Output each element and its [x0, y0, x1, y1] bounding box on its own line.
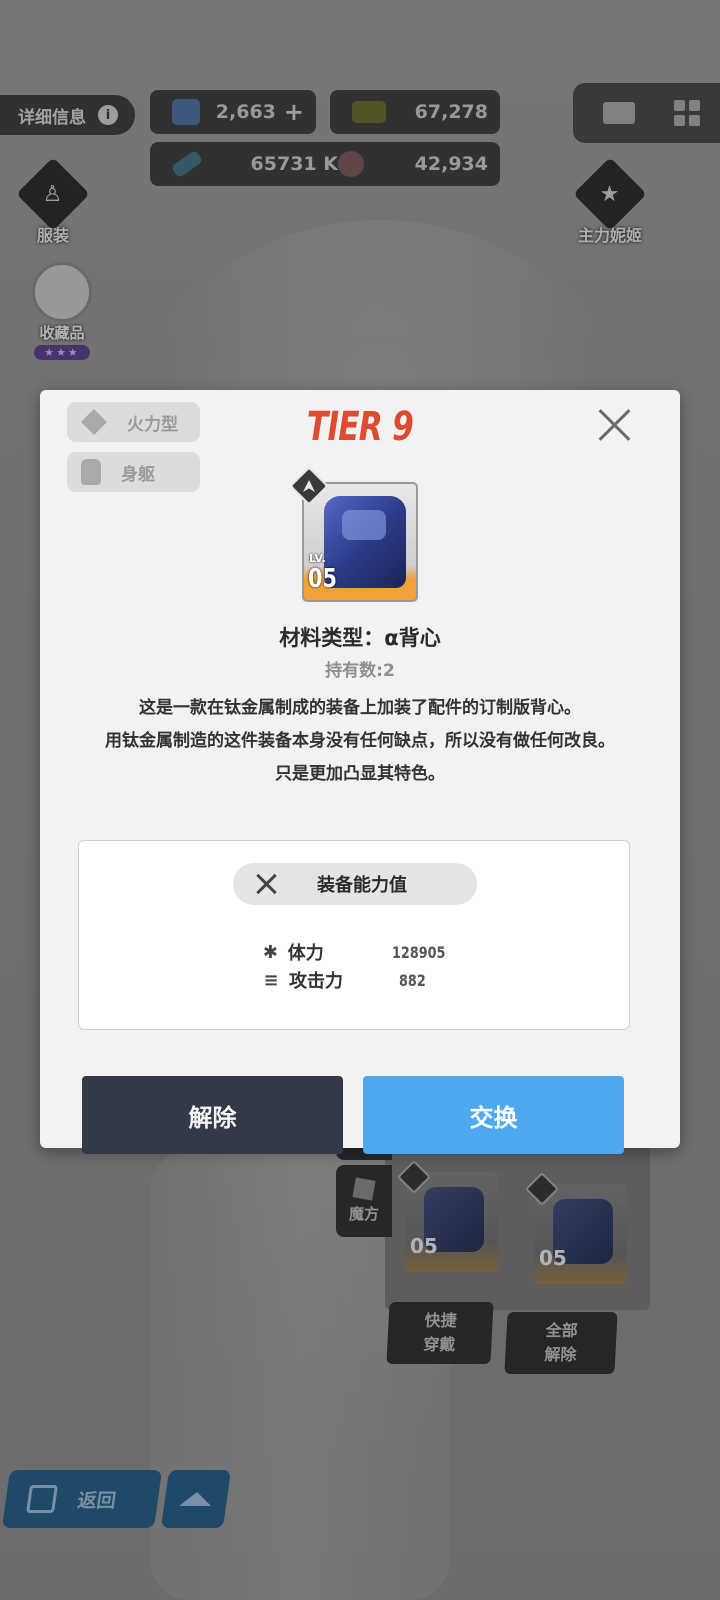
body-armor-icon: [81, 459, 101, 485]
stat-row-attack: ≡ 攻击力 882: [259, 967, 459, 993]
slot-chip-label: 身躯: [121, 464, 155, 485]
stat-value: 882: [399, 970, 426, 990]
stat-name: 体力: [287, 943, 324, 964]
stats-card: 装备能力值 ✱ 体力 128905 ≡ 攻击力 882: [78, 840, 630, 1030]
item-image: LV. 05: [302, 482, 418, 602]
crossed-swords-icon: [255, 873, 277, 895]
slot-chip: 身躯: [67, 452, 200, 492]
firepower-icon: [81, 409, 107, 435]
stat-row-hp: ✱ 体力 128905: [259, 939, 459, 965]
stats-title: 装备能力值: [317, 875, 407, 896]
tier-label: TIER 9: [306, 404, 414, 450]
stat-name: 攻击力: [289, 971, 343, 992]
hp-icon: ✱: [262, 941, 278, 963]
item-name: 材料类型：α背心: [279, 626, 441, 650]
equipment-detail-dialog: 火力型 身躯 TIER 9 LV. 05 材料类型：α背心 持有数:2 这是一款…: [40, 390, 680, 1148]
item-level: 05: [308, 564, 337, 594]
attack-icon: ≡: [263, 969, 279, 991]
item-description: 这是一款在钛金属制成的装备上加装了配件的订制版背心。 用钛金属制造的这件装备本身…: [105, 698, 615, 784]
remove-button[interactable]: 解除: [82, 1076, 343, 1154]
stat-value: 128905: [392, 942, 446, 962]
item-count: 持有数:2: [325, 661, 395, 681]
swap-button[interactable]: 交换: [363, 1076, 624, 1154]
stats-header: 装备能力值: [233, 863, 477, 905]
close-icon[interactable]: [598, 408, 632, 442]
